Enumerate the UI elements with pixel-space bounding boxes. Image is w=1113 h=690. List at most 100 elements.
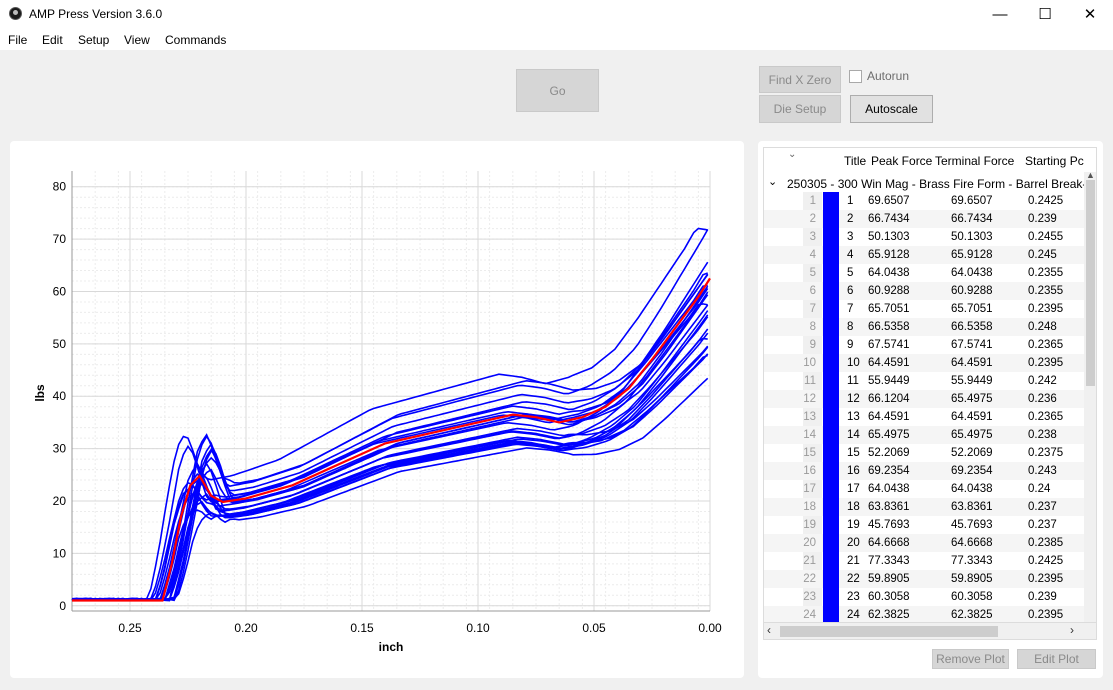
table-row[interactable]: 16 16 69.2354 69.2354 0.243: [764, 462, 1084, 480]
row-index: 6: [809, 285, 816, 297]
table-row[interactable]: 2 2 66.7434 66.7434 0.239: [764, 210, 1084, 228]
table-row[interactable]: 21 21 77.3343 77.3343 0.2425: [764, 552, 1084, 570]
plot-tree[interactable]: ⌄ Title Peak Force Terminal Force Starti…: [763, 147, 1097, 623]
vertical-scrollbar[interactable]: ▲: [1084, 170, 1096, 622]
autorun-checkbox[interactable]: Autorun: [849, 69, 909, 83]
y-axis-label: lbs: [33, 384, 47, 402]
table-row[interactable]: 20 20 64.6668 64.6668 0.2385: [764, 534, 1084, 552]
y-tick-label: 0: [59, 599, 66, 613]
table-row[interactable]: 9 9 67.5741 67.5741 0.2365: [764, 336, 1084, 354]
color-swatch: [823, 282, 839, 300]
scroll-left-icon[interactable]: ‹: [767, 623, 771, 637]
row-peak-force: 55.9449: [868, 375, 910, 387]
row-index: 10: [803, 357, 816, 369]
row-peak-force: 64.0438: [868, 267, 910, 279]
table-row[interactable]: 4 4 65.9128 65.9128 0.245: [764, 246, 1084, 264]
close-button[interactable]: ✕: [1067, 0, 1113, 28]
table-row[interactable]: 14 14 65.4975 65.4975 0.238: [764, 426, 1084, 444]
row-index: 3: [809, 231, 816, 243]
table-row[interactable]: 11 11 55.9449 55.9449 0.242: [764, 372, 1084, 390]
go-button[interactable]: Go: [516, 69, 599, 112]
row-peak-force: 50.1303: [868, 231, 910, 243]
row-peak-force: 63.8361: [868, 501, 910, 513]
sort-chevron-icon[interactable]: ⌄: [788, 149, 796, 160]
row-peak-force: 66.5358: [868, 321, 910, 333]
row-starting-position: 0.2395: [1028, 303, 1064, 315]
menu-file[interactable]: File: [8, 33, 27, 47]
force-chart[interactable]: 0.25 0.20 0.15 0.10 0.05 0.00 0 10 20 30 40 50 60 70 8…: [10, 141, 744, 678]
row-title: 7: [847, 303, 854, 315]
menu-edit[interactable]: Edit: [42, 33, 63, 47]
color-swatch: [823, 408, 839, 426]
table-row[interactable]: 13 13 64.4591 64.4591 0.2365: [764, 408, 1084, 426]
maximize-button[interactable]: ☐: [1022, 0, 1068, 28]
x-tick-label: 0.20: [234, 621, 258, 635]
row-index: 12: [803, 393, 816, 405]
row-title: 8: [847, 321, 854, 333]
row-index: 9: [809, 339, 816, 351]
die-setup-button[interactable]: Die Setup: [759, 95, 841, 123]
menu-view[interactable]: View: [124, 33, 150, 47]
row-peak-force: 66.7434: [868, 213, 910, 225]
table-row[interactable]: 18 18 63.8361 63.8361 0.237: [764, 498, 1084, 516]
group-row[interactable]: ⌄ 250305 - 300 Win Mag - Brass Fire Form…: [764, 174, 1084, 192]
row-peak-force: 69.6507: [868, 195, 910, 207]
row-title: 12: [847, 393, 860, 405]
edit-plot-button[interactable]: Edit Plot: [1017, 649, 1096, 669]
table-row[interactable]: 22 22 59.8905 59.8905 0.2395: [764, 570, 1084, 588]
checkbox-box[interactable]: [849, 69, 862, 83]
row-title: 16: [847, 465, 860, 477]
row-terminal-force: 52.2069: [951, 447, 993, 459]
row-index: 4: [809, 249, 816, 261]
menu-setup[interactable]: Setup: [78, 33, 109, 47]
row-index: 21: [803, 555, 816, 567]
row-title: 20: [847, 537, 860, 549]
color-swatch: [823, 534, 839, 552]
column-peak-force[interactable]: Peak Force: [871, 154, 932, 168]
row-starting-position: 0.237: [1028, 501, 1057, 513]
table-row[interactable]: 23 23 60.3058 60.3058 0.239: [764, 588, 1084, 606]
table-row[interactable]: 3 3 50.1303 50.1303 0.2455: [764, 228, 1084, 246]
row-index: 13: [803, 411, 816, 423]
color-swatch: [823, 336, 839, 354]
row-terminal-force: 63.8361: [951, 501, 993, 513]
column-title[interactable]: Title: [844, 154, 866, 168]
row-starting-position: 0.242: [1028, 375, 1057, 387]
minimize-button[interactable]: —: [977, 0, 1023, 28]
remove-plot-button[interactable]: Remove Plot: [932, 649, 1009, 669]
menu-commands[interactable]: Commands: [165, 33, 226, 47]
color-swatch: [823, 246, 839, 264]
table-row[interactable]: 19 19 45.7693 45.7693 0.237: [764, 516, 1084, 534]
table-row[interactable]: 24 24 62.3825 62.3825 0.2395: [764, 606, 1084, 622]
row-peak-force: 67.5741: [868, 339, 910, 351]
table-row[interactable]: 17 17 64.0438 64.0438 0.24: [764, 480, 1084, 498]
table-row[interactable]: 7 7 65.7051 65.7051 0.2395: [764, 300, 1084, 318]
row-starting-position: 0.2365: [1028, 411, 1064, 423]
row-peak-force: 59.8905: [868, 573, 910, 585]
table-row[interactable]: 5 5 64.0438 64.0438 0.2355: [764, 264, 1084, 282]
y-tick-label: 10: [53, 546, 67, 560]
autoscale-button[interactable]: Autoscale: [850, 95, 933, 123]
table-row[interactable]: 8 8 66.5358 66.5358 0.248: [764, 318, 1084, 336]
chart-ticks: 0.25 0.20 0.15 0.10 0.05 0.00 0 10 20 30 40 50 60 70 8…: [53, 180, 722, 635]
row-terminal-force: 60.9288: [951, 285, 993, 297]
row-starting-position: 0.239: [1028, 591, 1057, 603]
table-row[interactable]: 15 15 52.2069 52.2069 0.2375: [764, 444, 1084, 462]
column-starting-position[interactable]: Starting Pc: [1025, 154, 1084, 168]
table-row[interactable]: 1 1 69.6507 69.6507 0.2425: [764, 192, 1084, 210]
row-starting-position: 0.236: [1028, 393, 1057, 405]
horizontal-scroll-thumb[interactable]: [780, 626, 998, 637]
expand-chevron-icon[interactable]: ⌄: [768, 175, 777, 188]
column-terminal-force[interactable]: Terminal Force: [935, 154, 1014, 168]
vertical-scroll-thumb[interactable]: [1086, 180, 1095, 386]
scroll-right-icon[interactable]: ›: [1070, 623, 1074, 637]
horizontal-scrollbar[interactable]: ‹ ›: [763, 623, 1097, 640]
table-row[interactable]: 6 6 60.9288 60.9288 0.2355: [764, 282, 1084, 300]
table-row[interactable]: 12 12 66.1204 65.4975 0.236: [764, 390, 1084, 408]
scroll-up-icon[interactable]: ▲: [1086, 170, 1095, 180]
row-peak-force: 77.3343: [868, 555, 910, 567]
menu-bar: File Edit Setup View Commands: [0, 28, 1113, 50]
find-x-zero-button[interactable]: Find X Zero: [759, 66, 841, 93]
row-title: 10: [847, 357, 860, 369]
table-row[interactable]: 10 10 64.4591 64.4591 0.2395: [764, 354, 1084, 372]
